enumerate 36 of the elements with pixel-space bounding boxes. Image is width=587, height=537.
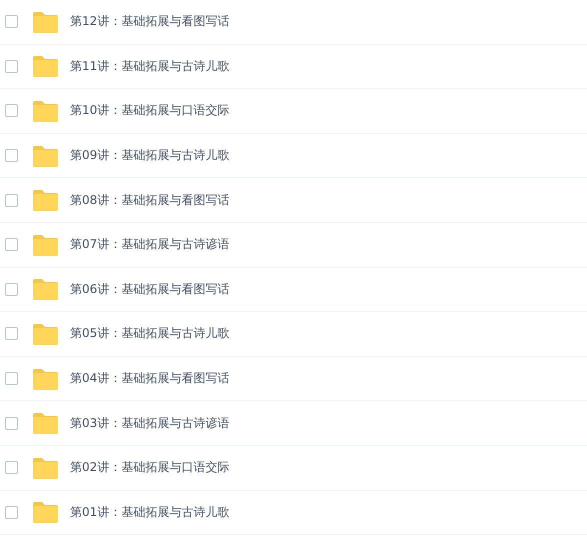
folder-icon [32, 278, 59, 300]
folder-name[interactable]: 第07讲：基础拓展与古诗谚语 [70, 236, 230, 254]
folder-name[interactable]: 第04讲：基础拓展与看图写话 [70, 370, 230, 388]
checkbox[interactable] [5, 372, 18, 386]
folder-name[interactable]: 第02讲：基础拓展与口语交际 [70, 459, 230, 476]
checkbox[interactable] [5, 60, 18, 73]
folder-icon [32, 55, 59, 78]
folder-icon [32, 322, 59, 345]
folder-name[interactable]: 第01讲：基础拓展与古诗儿歌 [70, 504, 230, 521]
checkbox[interactable] [5, 416, 18, 430]
folder-name[interactable]: 第08讲：基础拓展与看图写话 [70, 192, 230, 209]
folder-icon [32, 501, 59, 524]
folder-name[interactable]: 第11讲：基础拓展与古诗儿歌 [70, 58, 230, 75]
checkbox[interactable] [5, 327, 18, 340]
checkbox[interactable] [5, 194, 18, 207]
folder-icon [32, 234, 59, 256]
folder-name[interactable]: 第12讲：基础拓展与看图写话 [70, 13, 230, 30]
checkbox[interactable] [5, 149, 18, 162]
folder-icon [32, 100, 59, 122]
folder-name[interactable]: 第03讲：基础拓展与古诗谚语 [70, 414, 230, 432]
folder-icon [32, 368, 59, 390]
folder-icon [32, 456, 59, 479]
folder-icon [32, 10, 59, 33]
folder-name[interactable]: 第10讲：基础拓展与口语交际 [70, 102, 230, 120]
checkbox[interactable] [5, 104, 18, 118]
folder-icon [32, 189, 59, 212]
folder-icon [32, 144, 59, 167]
folder-name[interactable]: 第09讲：基础拓展与古诗儿歌 [70, 147, 230, 164]
checkbox[interactable] [5, 461, 18, 474]
folder-name[interactable]: 第05讲：基础拓展与古诗儿歌 [70, 325, 230, 342]
folder-name[interactable]: 第06讲：基础拓展与看图写话 [70, 280, 230, 298]
checkbox[interactable] [5, 15, 18, 28]
checkbox[interactable] [5, 506, 18, 519]
checkbox[interactable] [5, 282, 18, 296]
folder-icon [32, 412, 59, 434]
checkbox[interactable] [5, 238, 18, 252]
